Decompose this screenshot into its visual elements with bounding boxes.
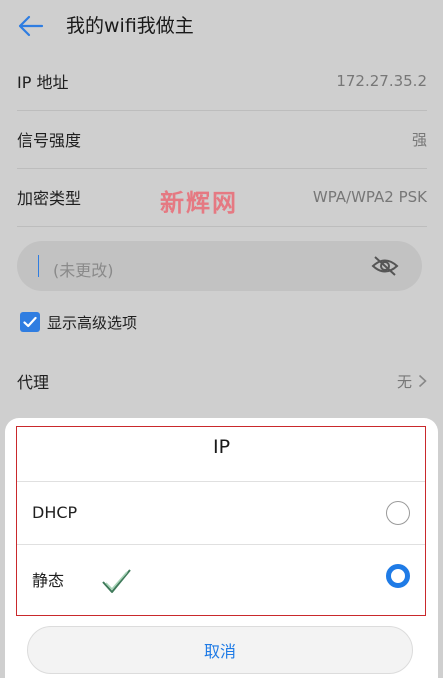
proxy-row[interactable]: 代理 无 xyxy=(17,352,427,410)
password-input[interactable]: (未更改) xyxy=(17,241,422,291)
divider xyxy=(17,481,425,482)
top-bar: 我的wifi我做主 xyxy=(0,0,443,52)
static-radio[interactable] xyxy=(386,564,410,588)
page-title: 我的wifi我做主 xyxy=(66,15,194,37)
cancel-button[interactable]: 取消 xyxy=(27,626,413,674)
encryption-type-value: WPA/WPA2 PSK xyxy=(312,188,427,206)
option-static[interactable]: 静态 xyxy=(32,567,64,591)
password-placeholder: (未更改) xyxy=(53,261,114,280)
checkmark-annotation-icon xyxy=(102,569,131,593)
encryption-type-label: 加密类型 xyxy=(17,189,82,208)
option-dhcp[interactable]: DHCP xyxy=(32,503,77,522)
advanced-options-checkbox[interactable] xyxy=(20,312,40,332)
text-caret xyxy=(38,255,39,277)
sheet-title: IP xyxy=(212,436,231,458)
checkmark-icon xyxy=(23,316,37,328)
ip-address-row: IP 地址 172.27.35.2 xyxy=(17,52,427,111)
ip-address-value: 172.27.35.2 xyxy=(336,72,427,90)
signal-strength-value: 强 xyxy=(411,130,427,149)
dhcp-radio[interactable] xyxy=(386,501,410,525)
ip-address-label: IP 地址 xyxy=(17,73,69,92)
back-arrow-icon[interactable] xyxy=(16,14,44,38)
signal-strength-label: 信号强度 xyxy=(17,131,82,150)
signal-strength-row: 信号强度 强 xyxy=(17,110,427,169)
show-advanced-options[interactable]: 显示高级选项 xyxy=(20,310,137,334)
ip-settings-sheet: IP DHCP 静态 取消 xyxy=(5,418,438,678)
divider xyxy=(17,544,425,545)
eye-off-icon[interactable] xyxy=(370,254,400,278)
watermark: 新辉网 xyxy=(160,189,238,217)
advanced-options-label: 显示高级选项 xyxy=(47,313,138,332)
proxy-label: 代理 xyxy=(17,373,50,392)
chevron-right-icon xyxy=(418,374,427,388)
proxy-value: 无 xyxy=(396,372,412,391)
